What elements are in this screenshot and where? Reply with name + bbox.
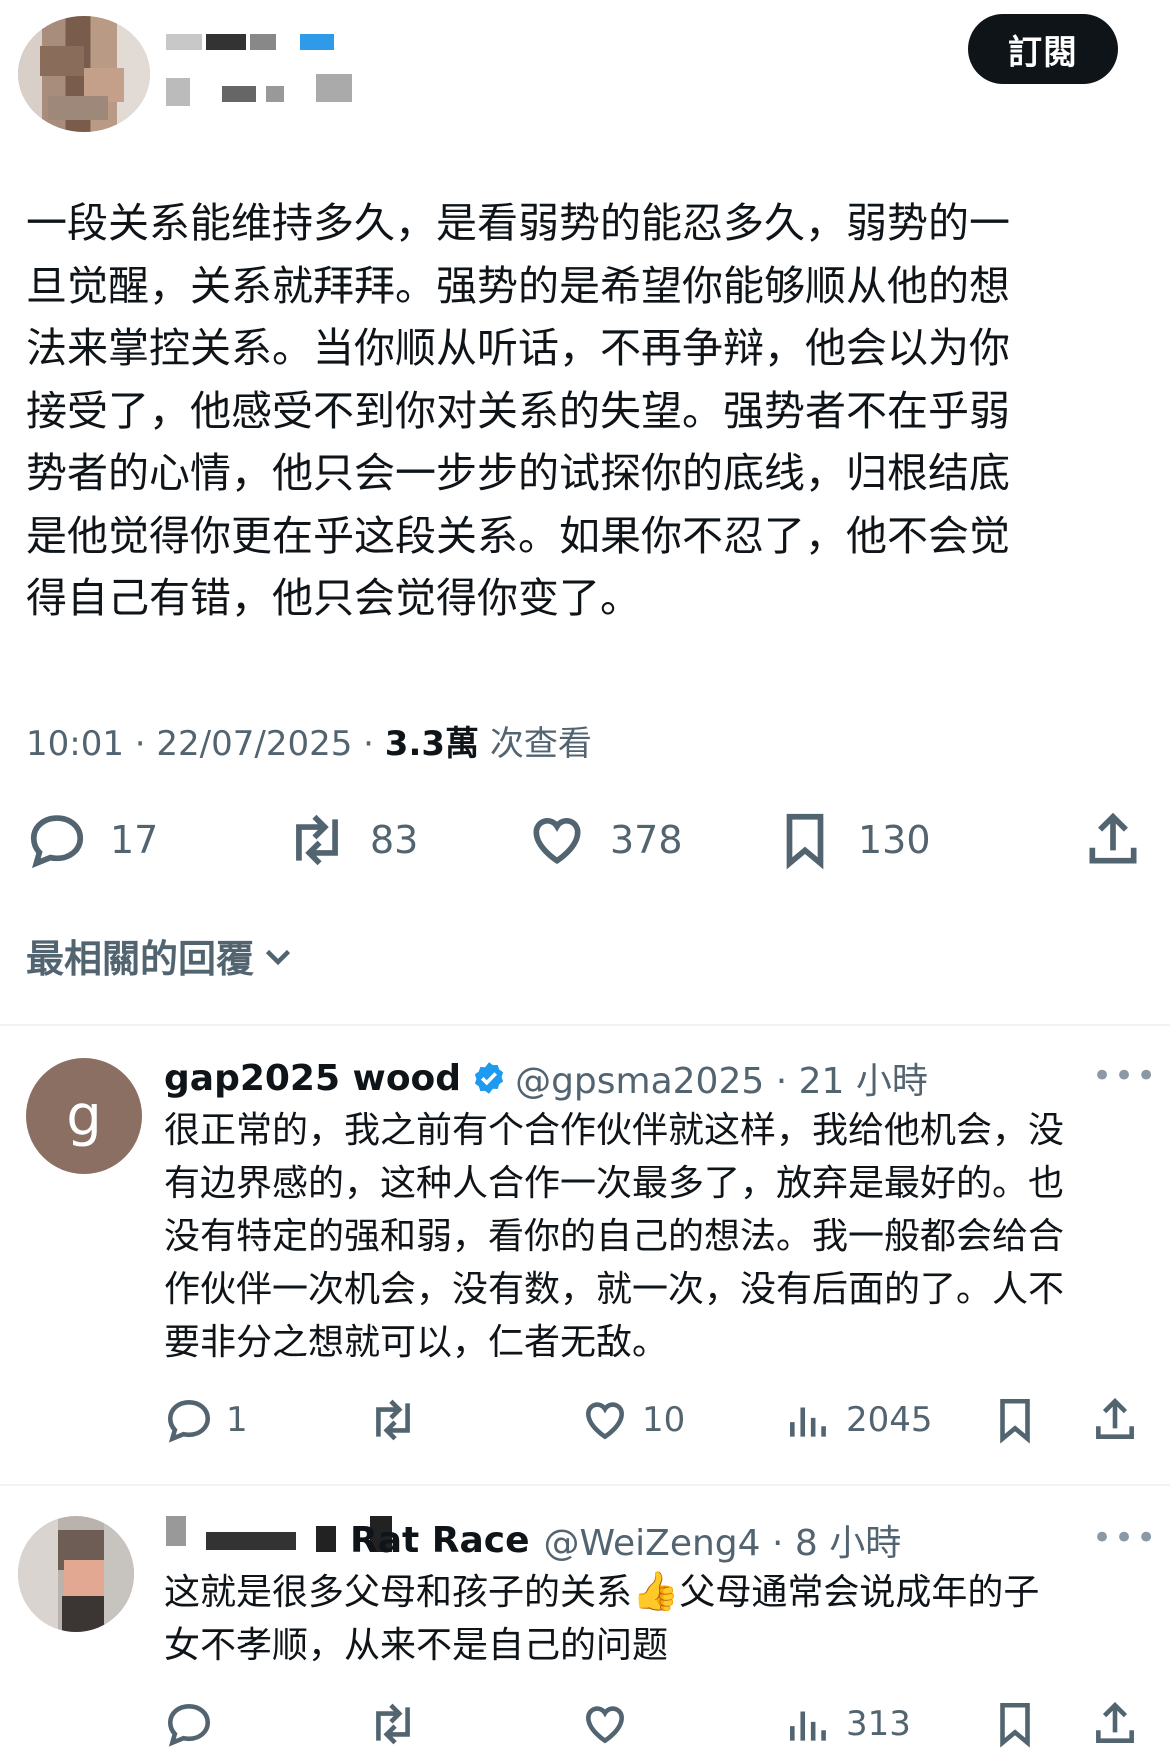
view-count: 3.3萬 [384, 724, 480, 764]
reply-retweet-button[interactable] [368, 1390, 418, 1450]
like-icon [586, 1706, 624, 1744]
reply-text: 很正常的，我之前有个合作伙伴就这样，我给他机会，没 有边界感的，这种人合作一次最… [164, 1110, 1065, 1363]
like-count: 378 [610, 818, 683, 862]
view-label: 次查看 [479, 724, 592, 764]
reply-bookmark-button[interactable] [990, 1390, 1040, 1450]
tweet-action-bar: 17 83 378 130 [26, 800, 1144, 880]
reply-icon [167, 1399, 211, 1443]
reply-like-button[interactable] [580, 1694, 630, 1754]
bookmark-icon [1000, 1398, 1030, 1444]
reply-author-name[interactable]: gap2025 wood [164, 1058, 461, 1099]
reply-bookmark-button[interactable] [990, 1694, 1040, 1754]
replies-sort-dropdown[interactable]: 最相關的回覆 [26, 928, 296, 983]
bookmark-icon [1000, 1702, 1030, 1748]
reply-views-button[interactable]: 2045 [784, 1390, 933, 1450]
reply-view-count: 2045 [846, 1400, 933, 1440]
divider [0, 1024, 1170, 1026]
reply-view-count: 313 [846, 1704, 911, 1744]
subscribe-button[interactable]: 訂閱 [968, 14, 1118, 84]
tweet-text: 一段关系能维持多久，是看弱势的能忍多久，弱势的一 旦觉醒，关系就拜拜。强势的是希… [26, 199, 1010, 622]
replies-sort-label: 最相關的回覆 [26, 937, 255, 981]
like-icon [533, 818, 581, 865]
reply-header: Rat Race @WeiZeng4 · 8 小時 [350, 1514, 901, 1566]
share-icon [1089, 812, 1137, 864]
share-icon [1096, 1702, 1134, 1743]
divider [0, 1484, 1170, 1486]
retweet-icon [296, 814, 338, 866]
reply-like-button[interactable]: 10 [580, 1390, 685, 1450]
reply-author-name[interactable]: Rat Race [350, 1520, 530, 1561]
reply-views-button[interactable]: 313 [784, 1694, 911, 1754]
views-icon [790, 1407, 826, 1437]
bookmark-count: 130 [858, 818, 931, 862]
reply-handle[interactable]: @WeiZeng4 · 8 小時 [544, 1514, 902, 1566]
reply-text-line: 这就是很多父母和孩子的关系 [164, 1572, 633, 1613]
retweet-button[interactable]: 83 [286, 800, 418, 880]
share-icon [1096, 1398, 1134, 1439]
reply-header: gap2025 wood @gpsma2025 · 21 小時 [164, 1052, 928, 1104]
reply-text: 这就是很多父母和孩子的关系👍父母通常会说成年的子 女不孝顺，从来不是自己的问题 [164, 1566, 1154, 1672]
reply-count: 17 [110, 818, 159, 862]
author-name-blurred [166, 34, 366, 114]
reply-text-line: 父母通常会说成年的子 [679, 1572, 1040, 1613]
more-icon[interactable]: ••• [1092, 1518, 1158, 1558]
bookmark-icon [786, 813, 824, 870]
reply-action-bar: 1 10 2045 [164, 1390, 1144, 1450]
reply-icon [167, 1703, 211, 1747]
more-icon[interactable]: ••• [1092, 1056, 1158, 1096]
reply-avatar[interactable] [18, 1516, 134, 1632]
retweet-count: 83 [370, 818, 419, 862]
like-button[interactable]: 378 [526, 800, 683, 880]
reply-like-count: 10 [642, 1400, 686, 1440]
like-icon [586, 1402, 624, 1440]
reply-reply-count: 1 [226, 1400, 248, 1440]
reply-share-button[interactable] [1090, 1694, 1140, 1754]
reply-button[interactable]: 17 [26, 800, 158, 880]
reply-handle[interactable]: @gpsma2025 · 21 小時 [515, 1052, 928, 1104]
tweet-timestamp[interactable]: 10:01 · 22/07/2025 · [26, 724, 385, 764]
reply-icon [30, 815, 84, 869]
author-avatar[interactable] [18, 16, 150, 132]
share-button[interactable] [1082, 800, 1144, 880]
views-icon [790, 1711, 826, 1741]
avatar-letter: g [66, 1083, 102, 1149]
reply-reply-button[interactable]: 1 [164, 1390, 248, 1450]
thumbs-up-emoji: 👍 [632, 1569, 680, 1613]
retweet-icon [376, 1399, 410, 1441]
reply-reply-button[interactable] [164, 1694, 214, 1754]
retweet-icon [376, 1703, 410, 1745]
tweet-meta: 10:01 · 22/07/2025 · 3.3萬 次查看 [26, 716, 592, 765]
reply-avatar[interactable]: g [26, 1058, 142, 1174]
reply-text-line: 女不孝顺，从来不是自己的问题 [164, 1625, 669, 1666]
reply-action-bar: 313 [164, 1694, 1144, 1754]
chevron-down-icon [265, 949, 291, 965]
reply-share-button[interactable] [1090, 1390, 1140, 1450]
reply-retweet-button[interactable] [368, 1694, 418, 1754]
bookmark-button[interactable]: 130 [774, 800, 931, 880]
verified-icon [474, 1062, 504, 1094]
